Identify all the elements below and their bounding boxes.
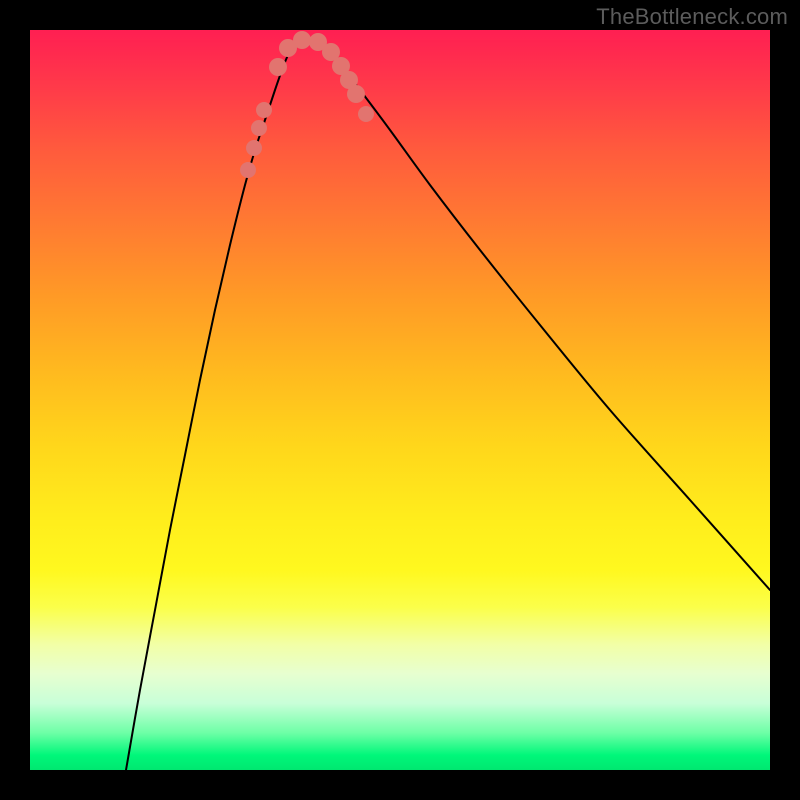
bottleneck-curve <box>126 38 770 770</box>
marker-group <box>240 31 374 178</box>
data-marker <box>246 140 262 156</box>
data-marker <box>256 102 272 118</box>
data-marker <box>347 85 365 103</box>
data-marker <box>240 162 256 178</box>
watermark-text: TheBottleneck.com <box>596 4 788 30</box>
data-marker <box>269 58 287 76</box>
data-marker <box>251 120 267 136</box>
plot-area <box>30 30 770 770</box>
data-marker <box>358 106 374 122</box>
data-marker <box>293 31 311 49</box>
chart-frame: TheBottleneck.com <box>0 0 800 800</box>
curve-svg <box>30 30 770 770</box>
